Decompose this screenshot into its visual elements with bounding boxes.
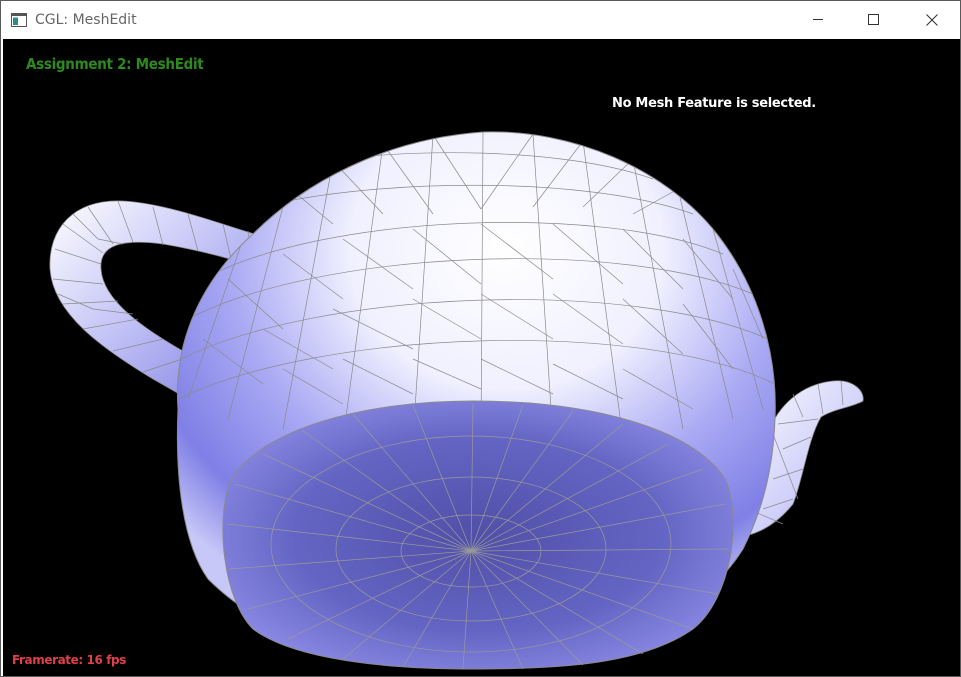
close-button[interactable] (909, 1, 955, 38)
minimize-button[interactable] (795, 1, 841, 38)
render-viewport[interactable]: Assignment 2: MeshEdit No Mesh Feature i… (3, 39, 960, 676)
assignment-title: Assignment 2: MeshEdit (26, 55, 204, 73)
minimize-icon (812, 14, 824, 25)
teapot-body (176, 131, 776, 670)
teapot-mesh[interactable] (3, 39, 960, 676)
app-window-icon (11, 12, 27, 27)
title-bar[interactable]: CGL: MeshEdit (1, 1, 960, 38)
teapot-base (222, 400, 734, 670)
close-icon (926, 13, 938, 26)
framerate-readout: Framerate: 16 fps (12, 653, 126, 667)
selection-status: No Mesh Feature is selected. (612, 96, 816, 111)
maximize-button[interactable] (850, 1, 896, 38)
window-title: CGL: MeshEdit (35, 12, 137, 28)
app-window: CGL: MeshEdit Assignment 2: MeshEdit No … (0, 0, 961, 677)
maximize-icon (867, 14, 879, 25)
